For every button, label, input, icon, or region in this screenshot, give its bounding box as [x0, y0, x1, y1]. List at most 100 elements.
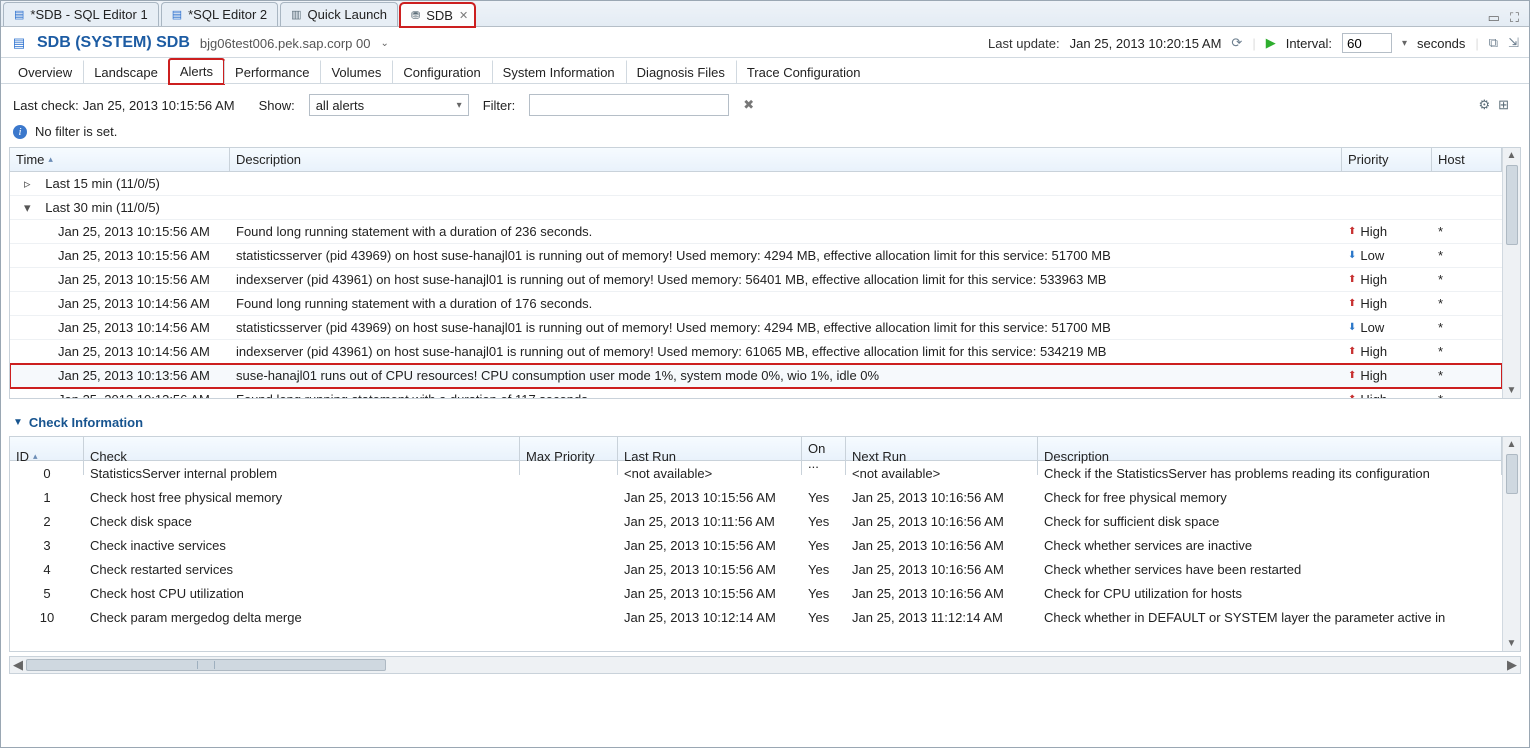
tab-diagnosis-files[interactable]: Diagnosis Files	[626, 60, 736, 84]
col-label: Description	[236, 152, 301, 167]
col-on[interactable]: On ...	[802, 437, 846, 475]
scroll-thumb[interactable]	[1506, 165, 1518, 245]
copy-icon[interactable]: ⧉	[1489, 35, 1498, 51]
check-name: StatisticsServer internal problem	[84, 466, 520, 481]
scroll-left-icon[interactable]: ◀	[10, 657, 26, 673]
interval-dropdown-icon[interactable]: ▾	[1402, 38, 1407, 49]
tab-volumes[interactable]: Volumes	[320, 60, 392, 84]
alerts-toolbar: Last check: Jan 25, 2013 10:15:56 AM Sho…	[1, 84, 1529, 122]
group-row-15min[interactable]: ▹ Last 15 min (11/0/5)	[10, 172, 1502, 196]
tab-performance[interactable]: Performance	[224, 60, 320, 84]
group-row-30min[interactable]: ▾ Last 30 min (11/0/5)	[10, 196, 1502, 220]
check-row[interactable]: 2 Check disk space Jan 25, 2013 10:11:56…	[10, 509, 1502, 533]
check-row[interactable]: 3 Check inactive services Jan 25, 2013 1…	[10, 533, 1502, 557]
check-on: Yes	[802, 490, 846, 505]
check-row[interactable]: 4 Check restarted services Jan 25, 2013 …	[10, 557, 1502, 581]
group-label: Last 15 min (11/0/5)	[45, 176, 160, 191]
alert-host: *	[1432, 320, 1502, 335]
system-icon: ⛃	[411, 9, 420, 22]
col-description[interactable]: Description	[230, 148, 1342, 171]
col-time[interactable]: Time ▴	[10, 148, 230, 171]
tab-alerts[interactable]: Alerts	[169, 59, 224, 84]
view-mode-icon[interactable]: ⊞	[1498, 97, 1509, 113]
sort-indicator-icon: ▴	[48, 154, 53, 165]
scroll-up-icon[interactable]: ▲	[1507, 148, 1517, 163]
minimize-icon[interactable]: ▭	[1488, 10, 1500, 26]
clear-filter-icon[interactable]: ✖	[743, 97, 754, 113]
alert-row[interactable]: Jan 25, 2013 10:14:56 AM Found long runn…	[10, 292, 1502, 316]
col-host[interactable]: Host	[1432, 148, 1502, 171]
check-row[interactable]: 0 StatisticsServer internal problem <not…	[10, 461, 1502, 485]
tab-label: Performance	[235, 65, 309, 80]
editor-tab-quicklaunch[interactable]: ▥ Quick Launch	[280, 2, 398, 26]
checks-vscrollbar[interactable]: ▲ ▼	[1502, 437, 1520, 651]
editor-tab-sql1[interactable]: ▤ *SDB - SQL Editor 1	[3, 2, 159, 26]
check-id: 2	[10, 514, 84, 529]
editor-tab-sql2[interactable]: ▤ *SQL Editor 2	[161, 2, 278, 26]
alert-row[interactable]: Jan 25, 2013 10:13:56 AM Found long runn…	[10, 388, 1502, 398]
collapse-section-icon[interactable]: ▼	[13, 417, 23, 428]
check-name: Check host free physical memory	[84, 490, 520, 505]
alert-row-selected[interactable]: Jan 25, 2013 10:13:56 AM suse-hanajl01 r…	[10, 364, 1502, 388]
check-lastrun: <not available>	[618, 466, 802, 481]
editor-tab-label: *SQL Editor 2	[188, 7, 267, 22]
check-row[interactable]: 1 Check host free physical memory Jan 25…	[10, 485, 1502, 509]
alert-row[interactable]: Jan 25, 2013 10:14:56 AM statisticsserve…	[10, 316, 1502, 340]
scroll-down-icon[interactable]: ▼	[1507, 636, 1517, 651]
export-icon[interactable]: ⇲	[1508, 35, 1519, 51]
filter-input[interactable]	[529, 94, 729, 116]
tab-overview[interactable]: Overview	[7, 60, 83, 84]
alert-prio: High	[1360, 368, 1387, 383]
tab-landscape[interactable]: Landscape	[83, 60, 169, 84]
col-label: Check	[90, 449, 127, 464]
check-row[interactable]: 10 Check param mergedog delta merge Jan …	[10, 605, 1502, 629]
editor-tab-sdb[interactable]: ⛃ SDB ✕	[400, 3, 475, 27]
scroll-up-icon[interactable]: ▲	[1507, 437, 1517, 452]
alert-row[interactable]: Jan 25, 2013 10:14:56 AM indexserver (pi…	[10, 340, 1502, 364]
check-name: Check host CPU utilization	[84, 586, 520, 601]
expand-icon[interactable]: ▹	[24, 176, 38, 192]
show-combo[interactable]: all alerts ▾	[309, 94, 469, 116]
tab-label: Landscape	[94, 65, 158, 80]
check-nextrun: <not available>	[846, 466, 1038, 481]
tab-trace-configuration[interactable]: Trace Configuration	[736, 60, 872, 84]
horizontal-scrollbar[interactable]: ◀ ▶	[9, 656, 1521, 674]
scroll-thumb[interactable]	[26, 659, 386, 671]
tab-configuration[interactable]: Configuration	[392, 60, 491, 84]
scroll-down-icon[interactable]: ▼	[1507, 383, 1517, 398]
col-label: Host	[1438, 152, 1465, 167]
col-label: On ...	[808, 441, 839, 471]
alert-time: Jan 25, 2013 10:14:56 AM	[10, 320, 230, 335]
last-check-label: Last check:	[13, 98, 79, 113]
scroll-right-icon[interactable]: ▶	[1504, 657, 1520, 673]
alerts-table: Time ▴ Description Priority Host ▹ Last …	[9, 147, 1521, 399]
tab-system-information[interactable]: System Information	[492, 60, 626, 84]
close-icon[interactable]: ✕	[459, 9, 468, 22]
scroll-thumb[interactable]	[1506, 454, 1518, 494]
alert-desc: statisticsserver (pid 43969) on host sus…	[230, 320, 1342, 335]
alerts-vscrollbar[interactable]: ▲ ▼	[1502, 148, 1520, 398]
maximize-icon[interactable]: ⛶	[1510, 10, 1519, 26]
check-id: 5	[10, 586, 84, 601]
alerts-header-row: Time ▴ Description Priority Host	[10, 148, 1502, 172]
col-priority[interactable]: Priority	[1342, 148, 1432, 171]
configure-icon[interactable]: ⚙	[1478, 97, 1490, 113]
refresh-icon[interactable]: ⟳	[1231, 35, 1242, 51]
check-id: 1	[10, 490, 84, 505]
collapse-icon[interactable]: ▾	[24, 200, 38, 216]
check-information-header[interactable]: ▼ Check Information	[1, 399, 1529, 436]
tab-label: Diagnosis Files	[637, 65, 725, 80]
play-icon[interactable]: ▶	[1266, 35, 1276, 51]
check-nextrun: Jan 25, 2013 11:12:14 AM	[846, 610, 1038, 625]
alert-time: Jan 25, 2013 10:14:56 AM	[10, 344, 230, 359]
tab-label: Trace Configuration	[747, 65, 861, 80]
alert-row[interactable]: Jan 25, 2013 10:15:56 AM statisticsserve…	[10, 244, 1502, 268]
check-lastrun: Jan 25, 2013 10:15:56 AM	[618, 586, 802, 601]
col-maxprio[interactable]: Max Priority	[520, 437, 618, 475]
dropdown-icon[interactable]: ⌄	[380, 38, 388, 49]
alert-row[interactable]: Jan 25, 2013 10:15:56 AM Found long runn…	[10, 220, 1502, 244]
alert-row[interactable]: Jan 25, 2013 10:15:56 AM indexserver (pi…	[10, 268, 1502, 292]
interval-input[interactable]	[1342, 33, 1392, 53]
tab-label: Configuration	[403, 65, 480, 80]
check-row[interactable]: 5 Check host CPU utilization Jan 25, 201…	[10, 581, 1502, 605]
